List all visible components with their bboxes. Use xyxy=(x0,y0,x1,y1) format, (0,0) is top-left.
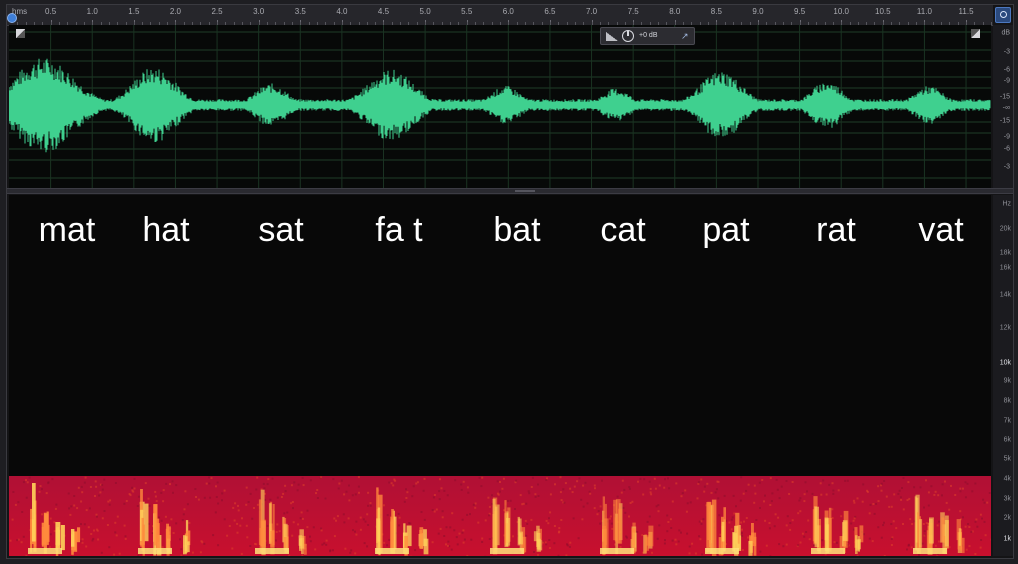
ruler-tick-label: 8.0 xyxy=(669,7,681,16)
spectrogram-display xyxy=(9,476,991,556)
splitter-grip-icon xyxy=(515,190,535,192)
ruler-tick-label: 7.5 xyxy=(627,7,639,16)
pin-icon[interactable]: ↗ xyxy=(681,30,691,42)
ruler-minor-tick xyxy=(991,22,992,25)
db-tick-label: -6 xyxy=(1003,66,1010,74)
hz-tick-label: 2k xyxy=(1003,514,1011,522)
db-tick-label: -15 xyxy=(999,117,1010,125)
ruler-tick-label: 9.5 xyxy=(794,7,806,16)
spoken-word-label: mat xyxy=(38,211,96,249)
ruler-tick-label: 1.0 xyxy=(86,7,98,16)
spoken-word-label: hat xyxy=(142,211,190,249)
db-tick-label: -15 xyxy=(999,93,1010,101)
hz-tick-label: 18k xyxy=(999,249,1011,257)
spoken-word-label: sat xyxy=(258,211,304,249)
ruler-tick-label: 0.5 xyxy=(45,7,57,16)
db-tick-label: -9 xyxy=(1003,77,1010,85)
hz-tick-label: 8k xyxy=(1003,397,1011,405)
volume-wedge-icon xyxy=(606,32,618,41)
hz-tick-label: 12k xyxy=(999,324,1011,332)
spectral-panel[interactable]: mat hat sat fa t bat cat pat rat vat xyxy=(9,195,991,556)
spoken-word-label: rat xyxy=(816,211,856,249)
spoken-word-label: bat xyxy=(493,211,541,249)
ruler-tick-label: 2.0 xyxy=(169,7,181,16)
editor-frame: hms 0.5 1.0 1.5 2.0 2.5 3.0 3.5 4.0 4.5 5.0 5.5 6.0… xyxy=(6,4,1014,559)
db-unit-label: dB xyxy=(1001,29,1010,37)
ruler-tick-label: 9.0 xyxy=(752,7,764,16)
volume-hud[interactable]: +0 dB ↗ xyxy=(600,27,695,45)
hz-tick-label: 6k xyxy=(1003,436,1011,444)
db-tick-label: -6 xyxy=(1003,145,1010,153)
ruler-tick-label: 11.0 xyxy=(916,7,932,16)
ruler-tick-label: 4.0 xyxy=(336,7,348,16)
ruler-tick-label: 11.5 xyxy=(958,7,974,16)
db-tick-label: -9 xyxy=(1003,133,1010,141)
left-corner-handle-icon[interactable] xyxy=(16,29,25,38)
ruler-tick-label: 6.5 xyxy=(544,7,556,16)
hz-tick-label: 5k xyxy=(1003,455,1011,463)
playhead-handle-icon[interactable] xyxy=(7,13,17,23)
ruler-tick-label: 1.5 xyxy=(128,7,140,16)
ruler-tick-label: 2.5 xyxy=(211,7,223,16)
hz-tick-label: 3k xyxy=(1003,495,1011,503)
ruler-tick-label: 7.0 xyxy=(585,7,598,16)
right-corner-handle-icon[interactable] xyxy=(971,29,980,38)
hz-tick-label: 4k xyxy=(1003,475,1011,483)
hz-tick-label: 10k xyxy=(999,359,1011,367)
volume-knob-icon[interactable] xyxy=(622,30,634,42)
ruler-tick-label: 3.0 xyxy=(253,7,265,16)
db-tick-label: -3 xyxy=(1003,163,1010,171)
db-tick-label: -∞ xyxy=(1002,104,1010,112)
ruler-tick-label: 10.5 xyxy=(875,7,891,16)
hz-tick-label: 9k xyxy=(1003,377,1011,385)
waveform-display xyxy=(9,25,991,188)
ruler-tick-label: 5.0 xyxy=(419,7,431,16)
ruler-tick-label: 3.5 xyxy=(294,7,306,16)
zoom-button[interactable] xyxy=(995,7,1011,23)
hz-tick-label: 20k xyxy=(999,225,1011,233)
hz-unit-label: Hz xyxy=(1002,200,1011,208)
ruler-tick-label: 8.5 xyxy=(710,7,722,16)
hud-volume-value: +0 dB xyxy=(639,32,658,39)
spoken-word-label: fa t xyxy=(375,211,423,249)
spoken-word-label: vat xyxy=(918,211,964,249)
waveform-panel[interactable]: +0 dB ↗ xyxy=(9,25,991,188)
waveform-trace xyxy=(9,58,991,153)
hz-tick-label: 16k xyxy=(999,264,1011,272)
time-ruler[interactable]: hms 0.5 1.0 1.5 2.0 2.5 3.0 3.5 4.0 4.5 5.0 5.5 6.0… xyxy=(7,5,993,26)
spoken-word-label: pat xyxy=(702,211,750,249)
panel-splitter[interactable] xyxy=(7,188,1013,194)
ruler-tick-label: 6.0 xyxy=(502,7,514,16)
audio-editor-app: hms 0.5 1.0 1.5 2.0 2.5 3.0 3.5 4.0 4.5 5.0 5.5 6.0… xyxy=(0,0,1018,564)
db-scale: dB -3 -6 -9 -15 -∞ -15 -9 -6 -3 xyxy=(993,25,1013,188)
hz-tick-label: 14k xyxy=(999,291,1011,299)
hz-tick-label: 7k xyxy=(1003,417,1011,425)
spoken-word-label: cat xyxy=(600,211,646,249)
db-tick-label: -3 xyxy=(1003,48,1010,56)
zoom-lens-icon xyxy=(1000,11,1007,18)
hz-tick-label: 1k xyxy=(1003,535,1011,543)
ruler-tick-label: 5.5 xyxy=(461,7,473,16)
ruler-tick-label: 10.0 xyxy=(833,7,849,16)
hz-scale: Hz 20k 18k 16k 14k 12k 10k 9k 8k 7k 6k 5k 4k 3k 2k 1k xyxy=(993,195,1013,556)
ruler-tick-label: 4.5 xyxy=(377,7,390,16)
